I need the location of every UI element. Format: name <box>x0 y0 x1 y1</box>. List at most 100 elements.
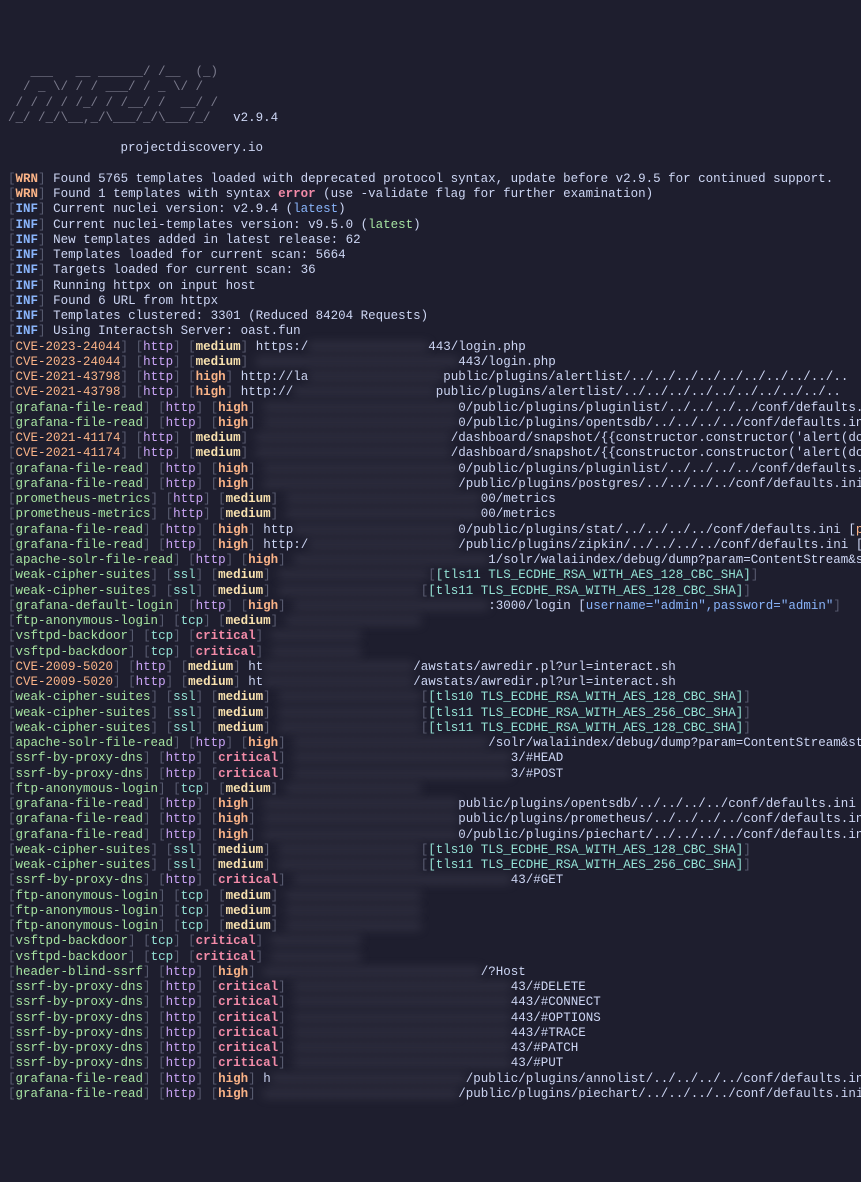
ascii-art-line: / / / / /_/ / /__/ / __/ / <box>8 96 218 110</box>
redacted-host: xxxxxxxxxxxxxxxxxxxxxxxxxxxxx <box>293 995 511 1009</box>
finding-template: weak-cipher-suites <box>16 706 151 720</box>
redacted-host: xxxxxxxxxxxxxxxxxxxxxxxxxx <box>263 797 458 811</box>
finding-path: 443/#CONNECT <box>511 995 601 1009</box>
finding-severity: high <box>196 370 226 384</box>
finding-template: CVE-2009-5020 <box>16 675 114 689</box>
finding-protocol: ssl <box>173 568 196 582</box>
finding-template: prometheus-metrics <box>16 507 151 521</box>
log-line: [INF] Templates loaded for current scan:… <box>8 248 853 263</box>
finding-protocol: tcp <box>181 782 204 796</box>
log-tag: INF <box>16 263 39 277</box>
finding-line: [weak-cipher-suites] [ssl] [medium] xxxx… <box>8 568 853 583</box>
finding-severity: high <box>218 523 248 537</box>
finding-line: [grafana-file-read] [http] [high] httpxx… <box>8 523 853 538</box>
finding-protocol: http <box>166 995 196 1009</box>
finding-template: weak-cipher-suites <box>16 568 151 582</box>
finding-protocol: http <box>166 812 196 826</box>
finding-path: /public/plugins/zipkin/../../../../conf/… <box>458 538 861 552</box>
redacted-host: xxxxxxxxxxxxxxxxxxxxxxxxxx <box>263 462 458 476</box>
redacted-host: xxxxxxxxxxxxxxxxxxxxxxxxxxxxx <box>293 1041 511 1055</box>
finding-protocol: http <box>166 1026 196 1040</box>
finding-protocol: http <box>196 553 226 567</box>
log-tag: WRN <box>16 187 39 201</box>
finding-template: ftp-anonymous-login <box>16 889 159 903</box>
finding-severity: medium <box>196 431 241 445</box>
finding-template: grafana-default-login <box>16 599 174 613</box>
finding-severity: critical <box>218 980 278 994</box>
finding-template: CVE-2023-24044 <box>16 340 121 354</box>
finding-template: vsftpd-backdoor <box>16 934 129 948</box>
finding-path: 443/#TRACE <box>511 1026 586 1040</box>
finding-path: /solr/walaiindex/debug/dump?param=Conten… <box>488 736 861 750</box>
finding-line: [ftp-anonymous-login] [tcp] [medium] xxx… <box>8 889 853 904</box>
ascii-art-line: /_/ /_/\__,_/\___/_/\___/_/ <box>8 111 211 125</box>
finding-template: grafana-file-read <box>16 1072 144 1086</box>
finding-path: /awstats/awredir.pl?url=interact.sh <box>413 660 676 674</box>
finding-protocol: http <box>166 1011 196 1025</box>
finding-template: grafana-file-read <box>16 797 144 811</box>
finding-severity: critical <box>218 1011 278 1025</box>
cipher-value: [tls11 TLS_ECDHE_RSA_WITH_AES_128_CBC_SH… <box>436 568 751 582</box>
redacted-host: xxxxxxxxxxxxxxxxxxxxxxxxxxxxx <box>293 751 511 765</box>
finding-line: [weak-cipher-suites] [ssl] [medium] xxxx… <box>8 721 853 736</box>
finding-template: vsftpd-backdoor <box>16 950 129 964</box>
finding-line: [weak-cipher-suites] [ssl] [medium] xxxx… <box>8 706 853 721</box>
finding-line: [grafana-file-read] [http] [high] xxxxxx… <box>8 1087 853 1102</box>
finding-path: 443/login.php <box>458 355 556 369</box>
redacted-host: xxxxxxxxxxxxxxxxxxxx <box>308 538 458 552</box>
finding-line: [vsftpd-backdoor] [tcp] [critical] xxxxx… <box>8 629 853 644</box>
finding-template: grafana-file-read <box>16 812 144 826</box>
redacted-host: xxxxxxxxxxxxxxxxxx <box>286 904 421 918</box>
finding-template: apache-solr-file-read <box>16 553 174 567</box>
finding-severity: medium <box>218 584 263 598</box>
log-tag: INF <box>16 294 39 308</box>
finding-severity: medium <box>226 889 271 903</box>
redacted-host: xxxxxxxxxxxxxxxxxxxxxxxxxx <box>263 401 458 415</box>
finding-line: [ssrf-by-proxy-dns] [http] [critical] xx… <box>8 767 853 782</box>
finding-line: [grafana-file-read] [http] [high] xxxxxx… <box>8 828 853 843</box>
finding-severity: medium <box>218 690 263 704</box>
log-line: [INF] Targets loaded for current scan: 3… <box>8 263 853 278</box>
log-tag: WRN <box>16 172 39 186</box>
finding-protocol: http <box>166 751 196 765</box>
log-tag: INF <box>16 309 39 323</box>
finding-line: [CVE-2009-5020] [http] [medium] htxxxxxx… <box>8 660 853 675</box>
finding-path: 43/#PUT <box>511 1056 564 1070</box>
finding-line: [ftp-anonymous-login] [tcp] [medium] xxx… <box>8 614 853 629</box>
redacted-host: xxxxxxxxxxxxxxxxxxxxxxxxxx <box>293 553 488 567</box>
finding-protocol: http <box>166 828 196 842</box>
finding-severity: critical <box>218 1056 278 1070</box>
finding-line: [CVE-2021-43798] [http] [high] http://la… <box>8 370 853 385</box>
finding-severity: medium <box>226 904 271 918</box>
finding-protocol: http <box>166 538 196 552</box>
finding-line: [weak-cipher-suites] [ssl] [medium] xxxx… <box>8 858 853 873</box>
log-tag: INF <box>16 202 39 216</box>
finding-severity: high <box>218 477 248 491</box>
finding-path: 1/solr/walaiindex/debug/dump?param=Conte… <box>488 553 861 567</box>
finding-line: [ftp-anonymous-login] [tcp] [medium] xxx… <box>8 782 853 797</box>
finding-path: 43/#PATCH <box>511 1041 579 1055</box>
log-line: [INF] Current nuclei-templates version: … <box>8 218 853 233</box>
finding-template: grafana-file-read <box>16 828 144 842</box>
finding-path: public/plugins/opentsdb/../../../../conf… <box>458 797 861 811</box>
redacted-host: xxxxxxxxxxxxxxxxxx <box>286 889 421 903</box>
finding-line: [ssrf-by-proxy-dns] [http] [critical] xx… <box>8 1041 853 1056</box>
log-text: New templates added in latest release: 6… <box>53 233 361 247</box>
finding-line: [prometheus-metrics] [http] [medium] xxx… <box>8 507 853 522</box>
log-line: [WRN] Found 1 templates with syntax erro… <box>8 187 853 202</box>
finding-path: 0/public/plugins/pluginlist/../../../../… <box>458 462 861 476</box>
finding-severity: medium <box>226 507 271 521</box>
terminal-output: ___ __ ______/ /__ (_) / _ \/ / / ___/ /… <box>8 65 853 1102</box>
redacted-host: xxxxxxxxxxxxxxxxxxxxxxxxxxxxx <box>293 980 511 994</box>
finding-template: grafana-file-read <box>16 1087 144 1101</box>
finding-protocol: http <box>166 873 196 887</box>
redacted-host: xxxxxxxxxxxxxxxxxxxxxxxxxxxxx <box>293 873 511 887</box>
finding-severity: critical <box>218 1041 278 1055</box>
finding-protocol: ssl <box>173 706 196 720</box>
finding-line: [vsftpd-backdoor] [tcp] [critical] xxxxx… <box>8 645 853 660</box>
finding-severity: medium <box>226 492 271 506</box>
finding-path: 43/#DELETE <box>511 980 586 994</box>
finding-line: [CVE-2023-24044] [http] [medium] https:/… <box>8 340 853 355</box>
finding-severity: critical <box>196 645 256 659</box>
finding-line: [prometheus-metrics] [http] [medium] xxx… <box>8 492 853 507</box>
